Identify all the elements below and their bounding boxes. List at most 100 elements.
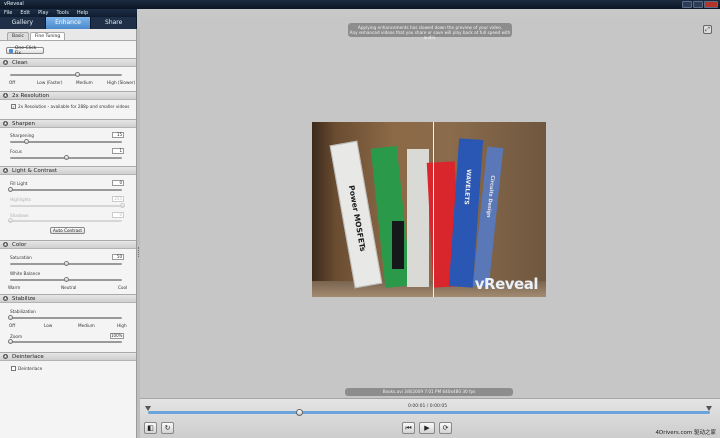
trim-end-handle[interactable] xyxy=(706,406,712,411)
window-title: vReveal xyxy=(4,1,24,7)
one-click-fix-button[interactable]: One-Click Fix xyxy=(6,45,44,56)
magic-wand-icon xyxy=(9,48,13,53)
menu-edit[interactable]: Edit xyxy=(16,9,34,17)
clean-slider-track[interactable] xyxy=(10,74,122,76)
section-title: Clean xyxy=(12,59,28,66)
enhance-panel: Basic Fine Tuning One-Click Fix ▲ Clean … xyxy=(0,29,137,438)
deinterlace-checkbox-label: Deinterlace xyxy=(18,366,43,371)
chevron-up-icon: ▲ xyxy=(3,354,8,359)
clean-tick-medium: Medium xyxy=(76,80,93,85)
rotate-button[interactable]: ↻ xyxy=(161,422,174,434)
stabilize-tick-high: High xyxy=(117,323,127,328)
auto-contrast-button[interactable]: Auto Contrast xyxy=(50,227,85,234)
highlights-slider-thumb xyxy=(119,203,125,208)
fill-light-value[interactable]: 0 xyxy=(112,180,124,186)
split-view-button[interactable]: ◧ xyxy=(144,422,157,434)
clip-info: Books.avi 3/8/2009 7:01 PM 640x480 30 fp… xyxy=(345,388,513,396)
site-watermark: 4Drivers.com 驱动之家 xyxy=(655,430,716,436)
section-deinterlace[interactable]: ▲ Deinterlace xyxy=(0,352,136,361)
main-tabs: Gallery Enhance Share xyxy=(0,17,138,29)
close-button[interactable] xyxy=(704,1,718,8)
saturation-value[interactable]: 50 xyxy=(112,254,124,260)
tab-enhance[interactable]: Enhance xyxy=(45,17,92,29)
fullscreen-icon[interactable]: ⤢ xyxy=(703,25,712,34)
saturation-slider-thumb[interactable] xyxy=(63,261,69,266)
menu-tools[interactable]: Tools xyxy=(53,9,73,17)
highlights-value: 255 xyxy=(112,196,124,202)
book-title: Power MOSFETs xyxy=(346,184,368,253)
section-color[interactable]: ▲ Color xyxy=(0,240,136,249)
zoom-label: Zoom xyxy=(10,334,23,339)
timeline-track[interactable] xyxy=(148,411,710,414)
section-title: Deinterlace xyxy=(12,353,44,360)
book-grey xyxy=(407,149,429,287)
tab-share[interactable]: Share xyxy=(91,17,138,29)
stabilize-tick-medium: Medium xyxy=(78,323,95,328)
chevron-up-icon: ▲ xyxy=(3,121,8,126)
clean-slider-thumb[interactable] xyxy=(74,72,80,77)
menu-play[interactable]: Play xyxy=(34,9,52,17)
sharpening-value[interactable]: 15 xyxy=(112,132,124,138)
chevron-up-icon: ▲ xyxy=(3,242,8,247)
resolution-checkbox[interactable]: ✓ xyxy=(11,104,16,109)
section-title: Light & Contrast xyxy=(12,167,58,174)
stabilization-slider-track[interactable] xyxy=(10,317,122,319)
section-title: Stabilize xyxy=(12,295,36,302)
window-controls xyxy=(682,1,718,8)
stabilization-label: Stabilization xyxy=(10,309,36,314)
wb-tick-neutral: Neutral xyxy=(61,285,77,290)
section-stabilize[interactable]: ▲ Stabilize xyxy=(0,294,136,303)
focus-slider-thumb[interactable] xyxy=(63,155,69,160)
shadows-slider-track xyxy=(10,220,122,222)
section-title: Color xyxy=(12,241,27,248)
focus-value[interactable]: 1 xyxy=(112,148,124,154)
playhead[interactable] xyxy=(296,409,304,416)
section-title: 2x Resolution xyxy=(12,92,50,99)
loop-button[interactable]: ⟳ xyxy=(439,422,452,434)
clean-tick-low: Low (Faster) xyxy=(37,80,63,85)
deinterlace-checkbox[interactable] xyxy=(11,366,16,371)
zoom-slider-track[interactable] xyxy=(10,341,122,343)
minimize-button[interactable] xyxy=(682,1,692,8)
stabilize-tick-off: Off xyxy=(9,323,16,328)
zoom-value[interactable]: 100% xyxy=(110,333,124,339)
play-button[interactable]: ▶ xyxy=(419,422,435,434)
split-compare-line[interactable] xyxy=(433,122,434,297)
fill-light-slider-thumb[interactable] xyxy=(7,187,13,192)
timecode: 0:00:01 / 0:00:05 xyxy=(408,404,448,409)
prev-frame-button[interactable]: ⏮ xyxy=(402,422,415,434)
white-balance-slider-thumb[interactable] xyxy=(63,277,69,282)
one-click-fix-label: One-Click Fix xyxy=(14,45,37,56)
menu-bar: File Edit Play Tools Help xyxy=(0,9,137,17)
stabilization-slider-thumb[interactable] xyxy=(7,315,13,320)
chevron-up-icon: ▲ xyxy=(3,93,8,98)
book-black-band xyxy=(392,221,404,269)
book-title: Circuits Design xyxy=(484,174,496,218)
tab-gallery[interactable]: Gallery xyxy=(0,17,46,29)
section-sharpen[interactable]: ▲ Sharpen xyxy=(0,119,136,128)
video-frame[interactable]: Power MOSFETs WAVELETS Circuits Design v… xyxy=(312,122,546,297)
resolution-checkbox-label: 2x Resolution - available for 288p and s… xyxy=(18,104,130,109)
highlights-label: Highlights xyxy=(10,197,32,202)
trim-start-handle[interactable] xyxy=(145,406,151,411)
maximize-button[interactable] xyxy=(693,1,703,8)
menu-help[interactable]: Help xyxy=(73,9,92,17)
slowdown-notice: Applying enhancements has slowed down th… xyxy=(348,23,512,40)
title-bar: vReveal xyxy=(0,0,720,9)
zoom-slider-thumb[interactable] xyxy=(7,339,13,344)
subtab-fine-tuning[interactable]: Fine Tuning xyxy=(29,32,66,40)
sharpening-slider-thumb[interactable] xyxy=(24,139,30,144)
chevron-up-icon: ▲ xyxy=(3,60,8,65)
saturation-label: Saturation xyxy=(10,255,32,260)
sharpening-label: Sharpening xyxy=(10,133,34,138)
rotate-icon: ↻ xyxy=(164,424,171,432)
section-light-contrast[interactable]: ▲ Light & Contrast xyxy=(0,166,136,175)
white-balance-label: White Balance xyxy=(10,271,41,276)
menu-file[interactable]: File xyxy=(0,9,16,17)
section-clean[interactable]: ▲ Clean xyxy=(0,58,136,67)
fill-light-slider-track[interactable] xyxy=(10,189,122,191)
play-icon: ▶ xyxy=(424,424,430,432)
clean-tick-off: Off xyxy=(9,80,16,85)
subtab-basic[interactable]: Basic xyxy=(7,32,29,40)
section-resolution[interactable]: ▲ 2x Resolution xyxy=(0,91,136,100)
